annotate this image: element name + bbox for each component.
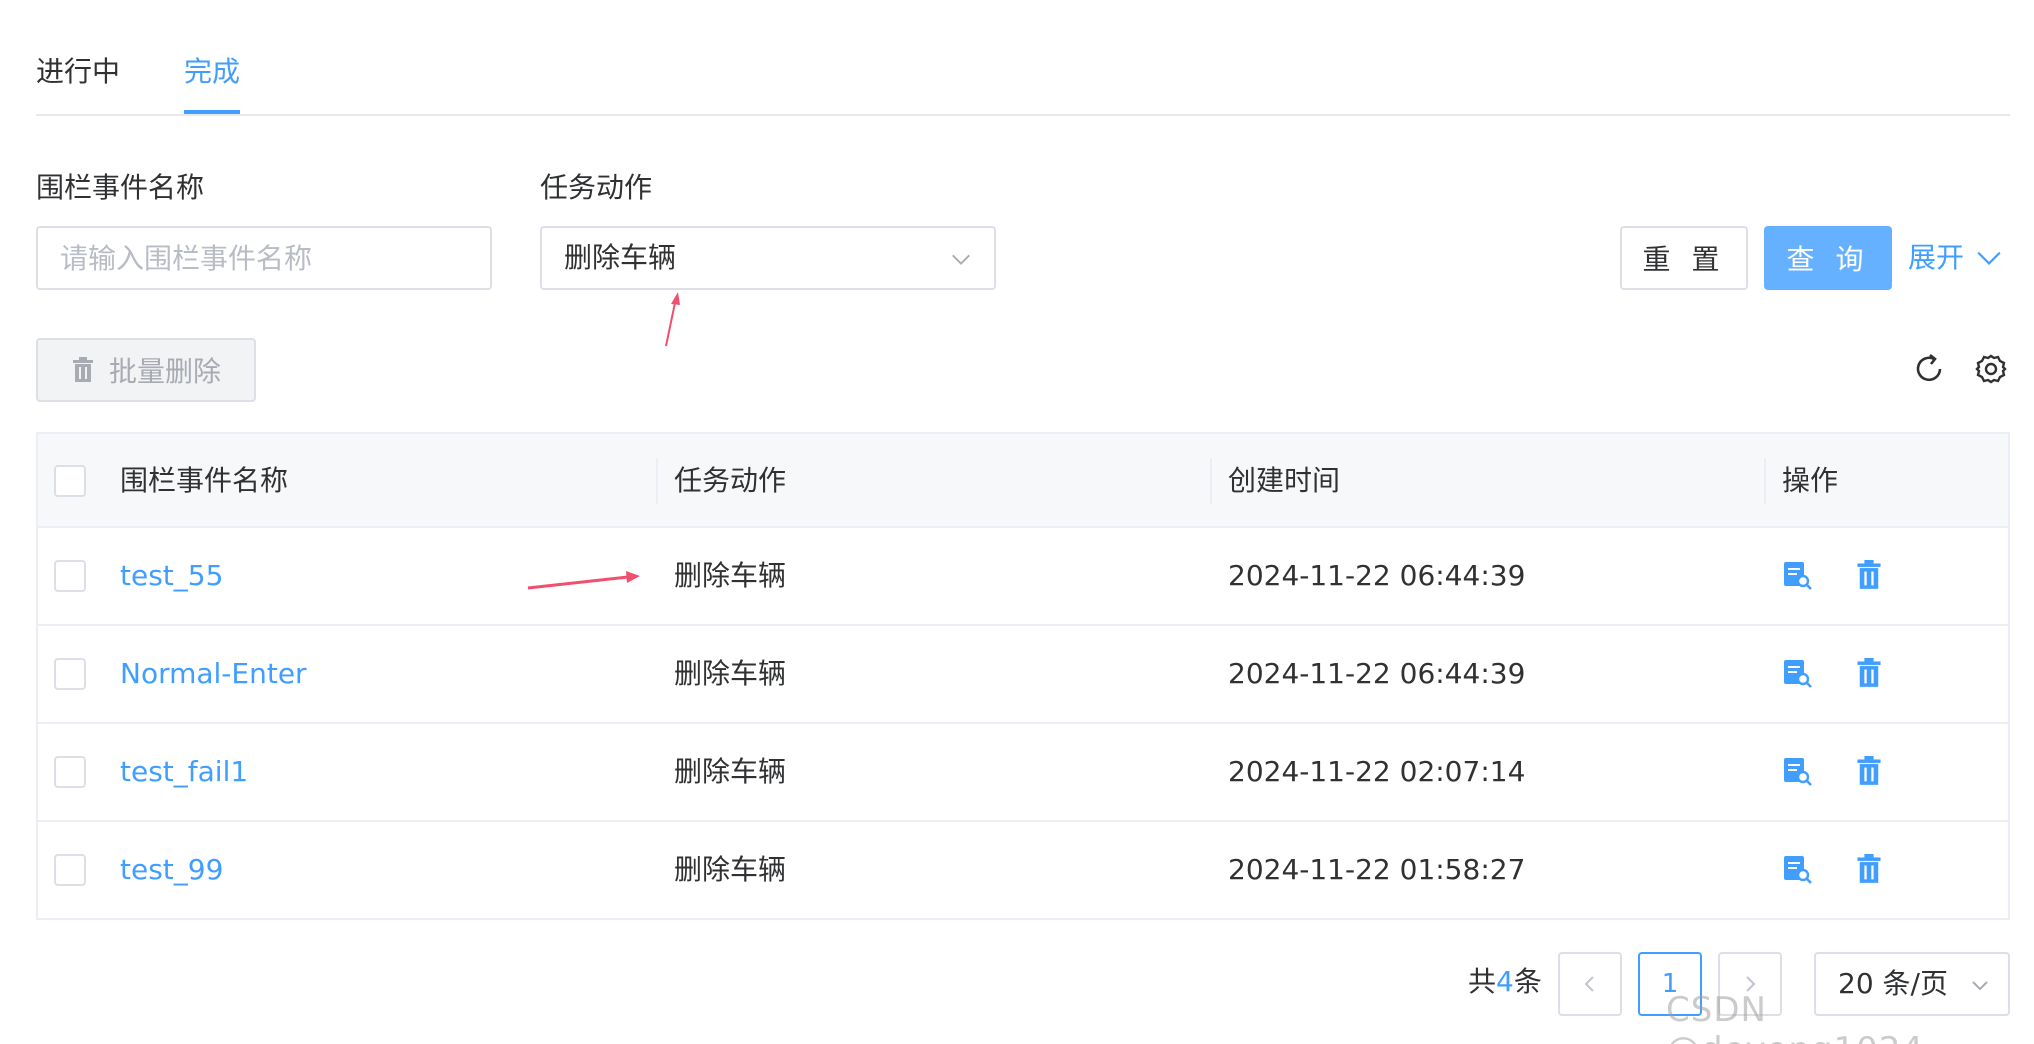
- row-checkbox[interactable]: [54, 560, 86, 592]
- column-divider: [656, 458, 658, 504]
- name-filter-field: [36, 226, 492, 290]
- trash-icon: [72, 357, 93, 382]
- column-header-action: 任务动作: [674, 464, 787, 497]
- table-row: test_55 删除车辆 2024-11-22 06:44:39: [38, 528, 2008, 626]
- name-filter-label: 围栏事件名称: [36, 171, 205, 204]
- row-action: 删除车辆: [674, 853, 787, 886]
- trash-icon[interactable]: [1854, 854, 1884, 884]
- query-button[interactable]: 查 询: [1764, 226, 1892, 290]
- action-filter-label: 任务动作: [540, 171, 653, 204]
- action-filter-select[interactable]: 删除车辆: [540, 226, 996, 290]
- row-created-time: 2024-11-22 02:07:14: [1228, 755, 1526, 788]
- row-action: 删除车辆: [674, 657, 787, 690]
- detail-view-icon[interactable]: [1782, 756, 1812, 786]
- table-row: test_fail1 删除车辆 2024-11-22 02:07:14: [38, 724, 2008, 822]
- select-all-checkbox[interactable]: [54, 465, 86, 497]
- tab-completed[interactable]: 完成: [184, 52, 240, 92]
- active-tab-indicator: [184, 110, 240, 114]
- batch-delete-label: 批量删除: [108, 355, 221, 388]
- tabs-bar: 进行中 完成: [36, 0, 2010, 116]
- row-name-link[interactable]: test_99: [120, 822, 223, 918]
- reset-button[interactable]: 重 置: [1620, 226, 1748, 290]
- expand-label: 展开: [1908, 241, 1965, 274]
- refresh-icon[interactable]: [1912, 352, 1946, 386]
- watermark: CSDN @deyong1024: [1666, 990, 1923, 1044]
- total-suffix: 条: [1513, 965, 1542, 998]
- row-created-time: 2024-11-22 01:58:27: [1228, 853, 1526, 886]
- data-table: 围栏事件名称 任务动作 创建时间 操作 test_55 删除车辆 2024-11…: [36, 432, 2010, 920]
- column-divider: [1764, 458, 1766, 504]
- row-created-time: 2024-11-22 06:44:39: [1228, 657, 1526, 690]
- batch-delete-button[interactable]: 批量删除: [36, 338, 256, 402]
- chevron-left-icon: [1584, 976, 1594, 992]
- detail-view-icon[interactable]: [1782, 560, 1812, 590]
- row-name-link[interactable]: test_fail1: [120, 724, 248, 820]
- table-header: 围栏事件名称 任务动作 创建时间 操作: [38, 434, 2008, 528]
- column-header-name: 围栏事件名称: [120, 464, 289, 497]
- annotation-arrow-select: [665, 292, 680, 347]
- total-prefix: 共: [1468, 965, 1497, 998]
- prev-page-button[interactable]: [1558, 952, 1622, 1016]
- tab-in-progress[interactable]: 进行中: [36, 52, 120, 92]
- detail-view-icon[interactable]: [1782, 658, 1812, 688]
- row-action: 删除车辆: [674, 559, 787, 592]
- row-checkbox[interactable]: [54, 658, 86, 690]
- row-action: 删除车辆: [674, 755, 787, 788]
- expand-toggle[interactable]: 展开: [1908, 236, 2002, 280]
- pagination-total: 共4条: [1468, 958, 1542, 1006]
- detail-view-icon[interactable]: [1782, 854, 1812, 884]
- name-filter-input[interactable]: [38, 228, 490, 288]
- table-row: Normal-Enter 删除车辆 2024-11-22 06:44:39: [38, 626, 2008, 724]
- gear-icon[interactable]: [1974, 352, 2008, 386]
- row-checkbox[interactable]: [54, 756, 86, 788]
- table-row: test_99 删除车辆 2024-11-22 01:58:27: [38, 822, 2008, 920]
- row-name-link[interactable]: test_55: [120, 528, 223, 624]
- column-header-created: 创建时间: [1228, 464, 1341, 497]
- chevron-down-icon: [952, 254, 970, 265]
- column-header-operations: 操作: [1782, 464, 1839, 497]
- row-created-time: 2024-11-22 06:44:39: [1228, 559, 1526, 592]
- row-name-link[interactable]: Normal-Enter: [120, 626, 307, 722]
- trash-icon[interactable]: [1854, 756, 1884, 786]
- column-divider: [1210, 458, 1212, 504]
- row-checkbox[interactable]: [54, 854, 86, 886]
- total-count: 4: [1496, 965, 1514, 998]
- trash-icon[interactable]: [1854, 658, 1884, 688]
- action-filter-value: 删除车辆: [564, 241, 677, 274]
- trash-icon[interactable]: [1854, 560, 1884, 590]
- chevron-down-icon: [1977, 251, 2001, 265]
